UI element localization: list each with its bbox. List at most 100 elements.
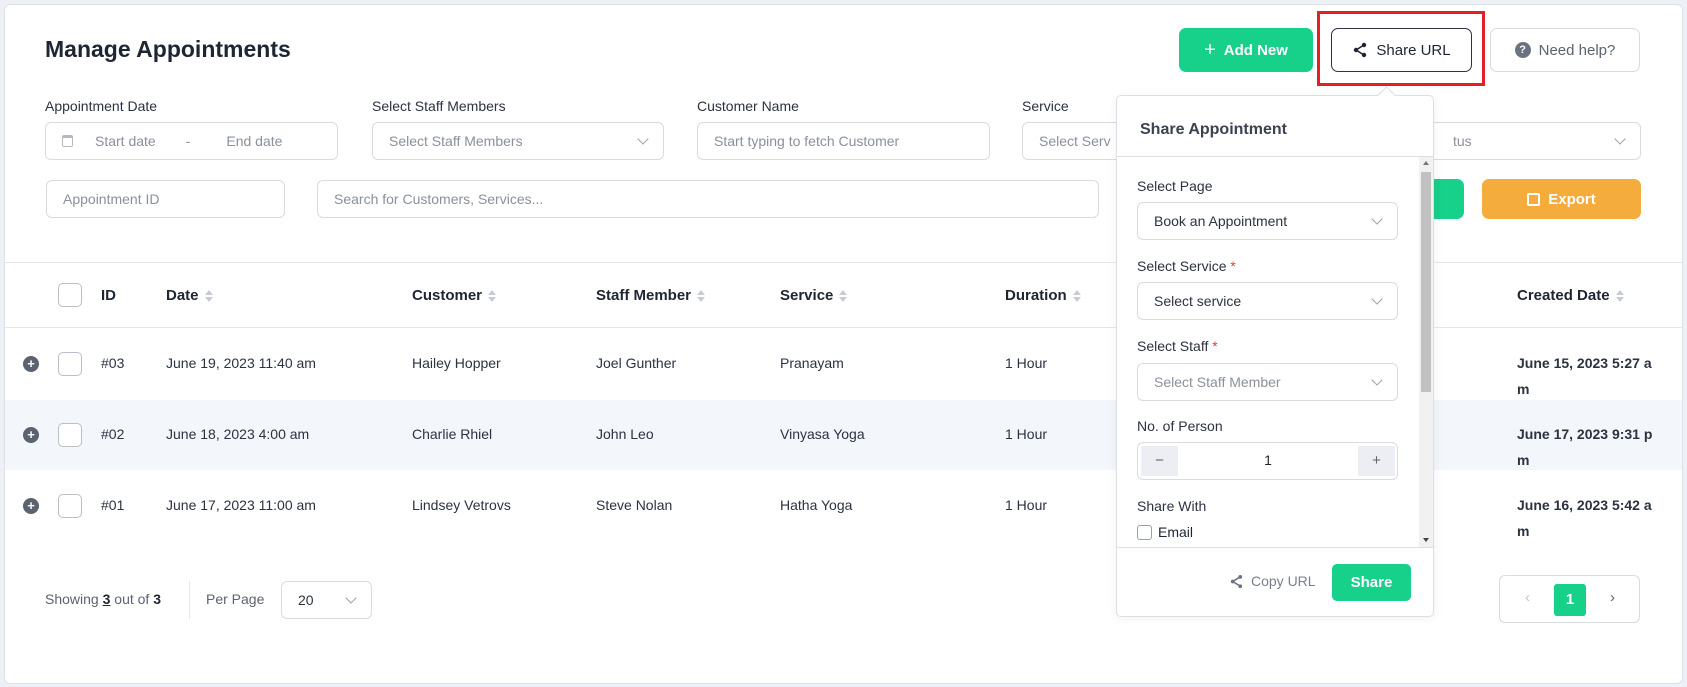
decrement-button[interactable]: − [1141,446,1178,476]
cell-staff: Joel Gunther [596,355,677,371]
expand-row-icon[interactable]: + [23,427,39,443]
sort-icon [1072,289,1081,302]
sort-icon [839,289,848,302]
cell-customer: Charlie Rhiel [412,426,493,442]
share-url-button[interactable]: Share URL [1331,28,1472,72]
column-date[interactable]: Date [166,287,213,304]
sort-icon [1615,289,1624,302]
select-page-dropdown[interactable]: Book an Appointment [1137,202,1398,240]
showing-count: Showing 3 out of 3 [45,591,161,607]
cell-duration: 1 Hour [1005,497,1048,513]
cell-customer: Lindsey Vetrovs [412,497,511,513]
scroll-up-icon [1423,161,1429,165]
page-1-button[interactable]: 1 [1554,584,1586,616]
cell-created: June 15, 2023 5:27 a [1517,355,1652,371]
select-page-label: Select Page [1137,178,1213,194]
external-link-icon [1527,192,1541,206]
increment-button[interactable]: + [1358,446,1395,476]
cell-created-cont: m [1517,523,1530,539]
divider [189,581,190,619]
cell-service: Pranayam [780,355,844,371]
cell-created-cont: m [1517,452,1530,468]
persons-label: No. of Person [1137,418,1223,434]
share-appointment-popover: Share Appointment Select Page Book an Ap… [1116,86,1434,617]
scrollbar[interactable] [1419,157,1433,547]
cell-service: Vinyasa Yoga [780,426,865,442]
column-duration[interactable]: Duration [1005,287,1081,304]
need-help-button[interactable]: ? Need help? [1490,28,1640,72]
per-page-label: Per Page [206,591,265,607]
start-date[interactable]: Start date [95,133,156,149]
chevron-down-icon [1614,133,1626,145]
cell-date: June 18, 2023 4:00 am [166,426,310,442]
date-range-input[interactable]: Start date - End date [45,122,338,160]
column-staff-member[interactable]: Staff Member [596,287,706,304]
divider [1117,156,1433,157]
row-checkbox[interactable] [58,423,82,447]
service-label: Service [1022,98,1069,114]
scrollbar-thumb[interactable] [1421,172,1431,392]
cell-staff: Steve Nolan [596,497,673,513]
prev-page-button[interactable]: ‹ [1525,589,1530,606]
share-icon [1230,574,1243,588]
sort-icon [204,289,213,302]
cell-staff: John Leo [596,426,654,442]
plus-icon: + [1204,38,1216,61]
chevron-down-icon [345,592,357,604]
column-service[interactable]: Service [780,287,848,304]
page-title: Manage Appointments [45,36,291,62]
appointment-id-input[interactable]: Appointment ID [46,180,285,218]
chevron-down-icon [1371,374,1383,386]
question-icon: ? [1514,42,1531,58]
scroll-down-icon [1423,538,1429,542]
select-service-dropdown[interactable]: Select service [1137,282,1398,320]
search-input[interactable]: Search for Customers, Services... [317,180,1099,218]
staff-select[interactable]: Select Staff Members [372,122,664,160]
date-separator: - [185,133,191,149]
column-created-date[interactable]: Created Date [1517,287,1624,304]
cell-id: #03 [101,355,125,371]
add-new-button[interactable]: + Add New [1179,28,1313,72]
cell-id: #01 [101,497,125,513]
end-date[interactable]: End date [226,133,282,149]
divider [1117,547,1433,548]
cell-service: Hatha Yoga [780,497,853,513]
select-service-label: Select Service * [1137,258,1236,274]
select-staff-dropdown[interactable]: Select Staff Member [1137,363,1398,401]
select-staff-label: Select Staff * [1137,338,1218,354]
row-checkbox[interactable] [58,494,82,518]
pagination: ‹ 1 › [1499,575,1640,623]
per-page-select[interactable]: 20 [281,581,372,619]
email-checkbox[interactable] [1137,524,1152,540]
copy-url-button[interactable]: Copy URL [1229,573,1316,589]
cell-created: June 17, 2023 9:31 p [1517,426,1653,442]
column-customer[interactable]: Customer [412,287,497,304]
customer-input[interactable]: Start typing to fetch Customer [697,122,990,160]
customer-label: Customer Name [697,98,799,114]
select-all-checkbox[interactable] [58,283,82,307]
cell-created: June 16, 2023 5:42 a [1517,497,1652,513]
persons-value[interactable]: 1 [1178,452,1358,468]
share-with-label: Share With [1137,498,1207,514]
column-id: ID [101,287,116,304]
export-button[interactable]: Export [1482,179,1641,219]
staff-label: Select Staff Members [372,98,506,114]
cell-date: June 19, 2023 11:40 am [166,355,316,371]
chevron-down-icon [1371,213,1383,225]
chevron-down-icon [637,133,649,145]
popover-title: Share Appointment [1140,121,1287,138]
cell-duration: 1 Hour [1005,355,1048,371]
sort-icon [697,289,706,302]
next-page-button[interactable]: › [1610,589,1615,606]
row-checkbox[interactable] [58,352,82,376]
expand-row-icon[interactable]: + [23,498,39,514]
sort-icon [488,289,497,302]
share-button[interactable]: Share [1332,564,1411,601]
chevron-down-icon [1371,293,1383,305]
cell-customer: Hailey Hopper [412,355,501,371]
email-option[interactable]: Email [1137,524,1193,540]
share-icon [1354,42,1367,58]
expand-row-icon[interactable]: + [23,356,39,372]
persons-stepper[interactable]: − 1 + [1137,442,1398,480]
cell-duration: 1 Hour [1005,426,1048,442]
